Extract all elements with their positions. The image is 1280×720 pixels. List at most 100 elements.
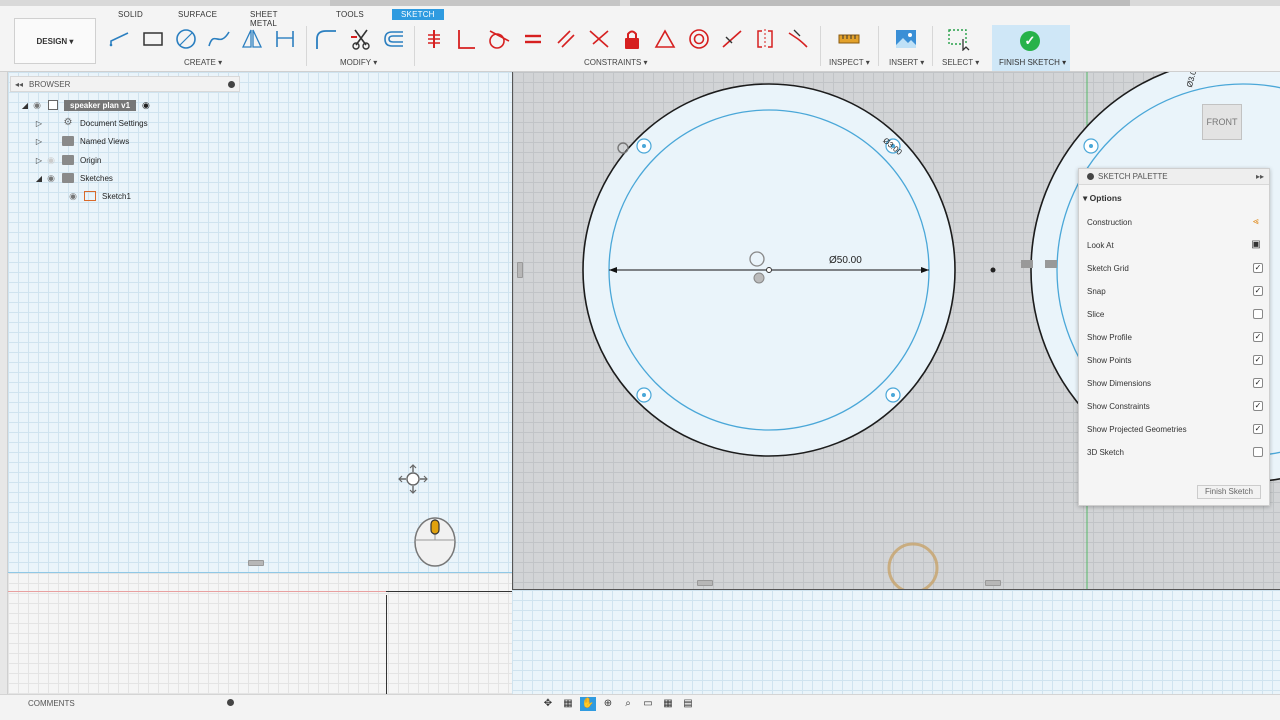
spline-tool-icon[interactable] (206, 26, 232, 52)
concentric-constraint-icon[interactable] (686, 26, 712, 52)
option-label: 3D Sketch (1087, 447, 1124, 457)
show-dimensions-checkbox[interactable]: ✓ (1253, 378, 1263, 388)
tangent-constraint-icon[interactable] (486, 26, 512, 52)
sketch-palette: SKETCH PALETTE ▸▸ ▾ Options Construction… (1078, 168, 1270, 506)
eye-icon[interactable]: ◉ (44, 173, 58, 184)
eye-hidden-icon[interactable]: ◉ (44, 155, 58, 166)
finish-sketch-label: FINISH SKETCH ▾ (999, 58, 1067, 67)
expand-triangle-icon[interactable]: ▷ (34, 156, 44, 165)
options-section-toggle[interactable]: ▾ Options (1083, 193, 1122, 204)
bottom-left-viewport[interactable] (8, 572, 512, 695)
symmetry-constraint-icon[interactable] (752, 26, 778, 52)
fillet-tool-icon[interactable] (313, 26, 339, 52)
show-profile-checkbox[interactable]: ✓ (1253, 332, 1263, 342)
check-icon: ✓ (1020, 31, 1040, 51)
tree-item-sketch1[interactable]: ◉ Sketch1 (66, 188, 131, 204)
line-tool-icon[interactable] (107, 26, 133, 52)
look-at-icon[interactable]: ▣ (1249, 239, 1263, 251)
divider (820, 26, 821, 66)
tree-item-label: Document Settings (80, 118, 148, 128)
smooth-constraint-icon[interactable] (785, 26, 811, 52)
viewport-splitter-handle[interactable] (248, 560, 264, 566)
sketch-grid-checkbox[interactable]: ✓ (1253, 263, 1263, 273)
insert-image-icon[interactable] (893, 26, 919, 52)
viewport-splitter-handle[interactable] (985, 580, 1001, 586)
display-settings-icon[interactable]: ▭ (640, 697, 656, 711)
inspect-menu[interactable]: INSPECT ▾ (829, 58, 870, 67)
horizontal-vertical-constraint-icon[interactable] (453, 26, 479, 52)
activate-radio-icon[interactable]: ◉ (142, 100, 150, 111)
parallel-constraint-icon[interactable] (553, 26, 579, 52)
grid-settings-icon[interactable]: ▦ (660, 697, 676, 711)
view-cube[interactable]: FRONT (1202, 104, 1242, 140)
workspace-switcher-button[interactable]: DESIGN ▾ (14, 18, 96, 64)
show-projected-geometries-checkbox[interactable]: ✓ (1253, 424, 1263, 434)
3d-sketch-checkbox[interactable] (1253, 447, 1263, 457)
bottom-right-viewport[interactable] (512, 590, 1280, 694)
rectangle-tool-icon[interactable] (140, 26, 166, 52)
zoom-icon[interactable]: ⊕ (600, 697, 616, 711)
tab-tools[interactable]: TOOLS (336, 10, 364, 19)
tab-surface[interactable]: SURFACE (178, 10, 217, 19)
show-constraints-checkbox[interactable]: ✓ (1253, 401, 1263, 411)
viewport-edge-handle[interactable] (517, 262, 523, 278)
eye-icon[interactable]: ◉ (66, 191, 80, 202)
modify-menu[interactable]: MODIFY ▾ (340, 58, 377, 67)
viewport-splitter-handle[interactable] (697, 580, 713, 586)
midpoint-constraint-icon[interactable] (652, 26, 678, 52)
measure-tool-icon[interactable] (836, 26, 862, 52)
palette-finish-sketch-button[interactable]: Finish Sketch (1197, 485, 1261, 499)
orbit-icon[interactable]: ✥ (540, 697, 556, 711)
create-menu[interactable]: CREATE ▾ (184, 58, 222, 67)
collapse-triangle-icon[interactable]: ◢ (20, 101, 30, 110)
expand-icon[interactable]: ▸▸ (1256, 172, 1264, 181)
coincident-constraint-icon[interactable] (421, 26, 447, 52)
fix-constraint-icon[interactable] (619, 26, 645, 52)
tree-item-origin[interactable]: ▷ ◉ Origin (34, 152, 101, 168)
comments-panel[interactable]: COMMENTS (10, 696, 240, 710)
trim-tool-icon[interactable] (348, 26, 374, 52)
tree-item-sketches[interactable]: ◢ ◉ Sketches (34, 170, 113, 186)
collapse-icon[interactable]: ◂◂ (15, 80, 23, 89)
pin-icon[interactable] (1087, 173, 1094, 180)
expand-triangle-icon[interactable]: ▷ (34, 119, 44, 128)
sketch-palette-header[interactable]: SKETCH PALETTE ▸▸ (1079, 169, 1269, 185)
tree-item-named-views[interactable]: ▷ Named Views (34, 133, 129, 149)
look-at-icon[interactable]: ▦ (560, 697, 576, 711)
show-points-checkbox[interactable]: ✓ (1253, 355, 1263, 365)
pin-icon[interactable] (227, 699, 234, 706)
eye-icon[interactable]: ◉ (30, 100, 44, 111)
select-tool-icon[interactable] (946, 26, 972, 52)
offset-tool-icon[interactable] (381, 26, 407, 52)
mirror-tool-icon[interactable] (239, 26, 265, 52)
snap-checkbox[interactable]: ✓ (1253, 286, 1263, 296)
expand-triangle-icon[interactable]: ▷ (34, 137, 44, 146)
tab-sketch[interactable]: SKETCH (392, 9, 444, 20)
browser-title: BROWSER (29, 79, 71, 89)
viewports-icon[interactable]: ▤ (680, 697, 696, 711)
insert-menu[interactable]: INSERT ▾ (889, 58, 924, 67)
collapse-triangle-icon[interactable]: ◢ (34, 174, 44, 183)
diameter-dimension[interactable]: Ø50.00 (829, 255, 862, 266)
select-menu[interactable]: SELECT ▾ (942, 58, 979, 67)
constraints-menu[interactable]: CONSTRAINTS ▾ (584, 58, 648, 67)
collinear-constraint-icon[interactable] (719, 26, 745, 52)
mouse-icon (414, 517, 456, 567)
sketch-dimension-tool-icon[interactable] (272, 26, 298, 52)
slice-checkbox[interactable] (1253, 309, 1263, 319)
perpendicular-constraint-icon[interactable] (586, 26, 612, 52)
finish-sketch-button[interactable]: ✓ FINISH SKETCH ▾ (992, 25, 1070, 71)
pin-icon[interactable] (228, 80, 235, 88)
tab-solid[interactable]: SOLID (118, 10, 143, 19)
option-show-projected-geometries: Show Projected Geometries ✓ (1087, 422, 1263, 436)
construction-icon[interactable]: ⪡ (1249, 216, 1263, 228)
left-edge-handle[interactable] (0, 72, 8, 694)
tree-item-document-settings[interactable]: ▷ ⚙ Document Settings (34, 115, 148, 131)
fit-icon[interactable]: ⌕ (620, 697, 636, 711)
tree-item-root[interactable]: ◢ ◉ speaker plan v1 ◉ (20, 97, 150, 113)
circle-tool-icon[interactable] (173, 26, 199, 52)
sketch-icon (84, 191, 96, 201)
pan-icon[interactable]: ✋ (580, 697, 596, 711)
browser-header[interactable]: ◂◂ BROWSER (10, 76, 240, 92)
equal-constraint-icon[interactable] (520, 26, 546, 52)
